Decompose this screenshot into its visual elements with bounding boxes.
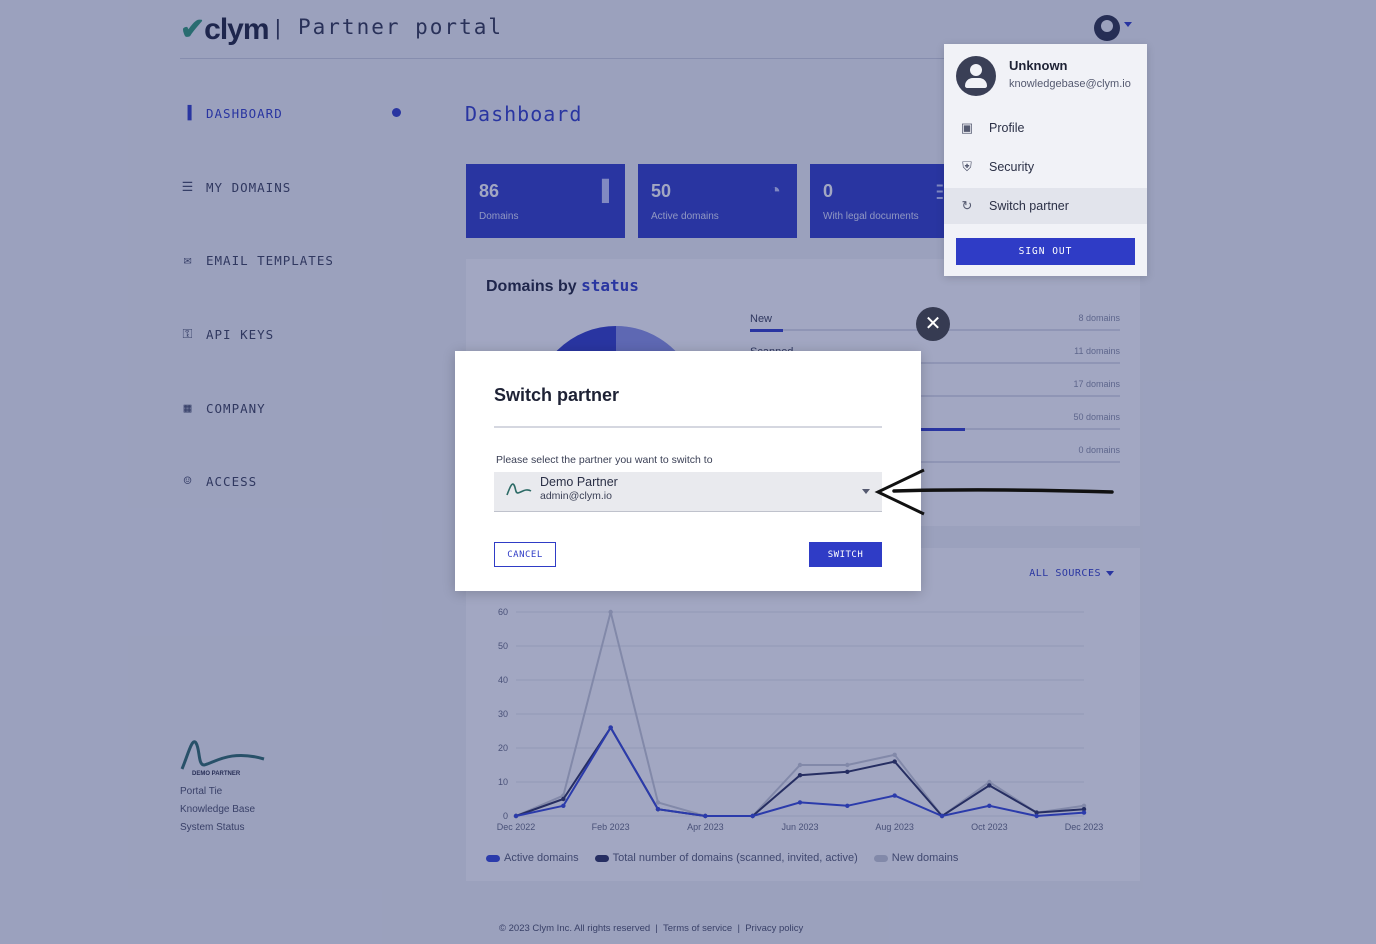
user-menu: Unknown knowledgebase@clym.io ▣ Profile … bbox=[944, 44, 1147, 276]
cancel-button[interactable]: CANCEL bbox=[494, 542, 556, 567]
dialog-title: Switch partner bbox=[494, 385, 620, 405]
chevron-down-icon[interactable] bbox=[862, 489, 870, 494]
user-name: Unknown bbox=[1009, 58, 1068, 73]
partner-select[interactable]: Demo Partner admin@clym.io bbox=[494, 472, 882, 512]
annotation-arrow-icon bbox=[874, 468, 1114, 516]
swap-icon: ↻ bbox=[961, 198, 973, 213]
user-email: knowledgebase@clym.io bbox=[1009, 78, 1131, 90]
switch-button[interactable]: SWITCH bbox=[809, 542, 882, 567]
user-avatar bbox=[956, 56, 996, 96]
sign-out-button[interactable]: SIGN OUT bbox=[956, 238, 1135, 265]
menu-item-label: Security bbox=[989, 160, 1035, 174]
switch-partner-dialog: Switch partner Please select the partner… bbox=[455, 351, 921, 591]
dialog-prompt: Please select the partner you want to sw… bbox=[496, 454, 713, 466]
close-icon[interactable]: ✕ bbox=[916, 307, 950, 341]
partner-logo-icon bbox=[506, 483, 532, 496]
menu-item-switch-partner[interactable]: ↻ Switch partner bbox=[944, 188, 1147, 224]
menu-item-label: Profile bbox=[989, 121, 1025, 135]
menu-item-label: Switch partner bbox=[989, 199, 1069, 213]
selected-partner-name: Demo Partner bbox=[540, 475, 618, 489]
menu-item-profile[interactable]: ▣ Profile bbox=[944, 110, 1147, 146]
menu-item-security[interactable]: ⛨ Security bbox=[944, 149, 1147, 185]
selected-partner-email: admin@clym.io bbox=[540, 490, 612, 502]
badge-icon: ▣ bbox=[960, 120, 974, 135]
dialog-divider bbox=[494, 426, 882, 428]
shield-icon: ⛨ bbox=[962, 159, 972, 174]
